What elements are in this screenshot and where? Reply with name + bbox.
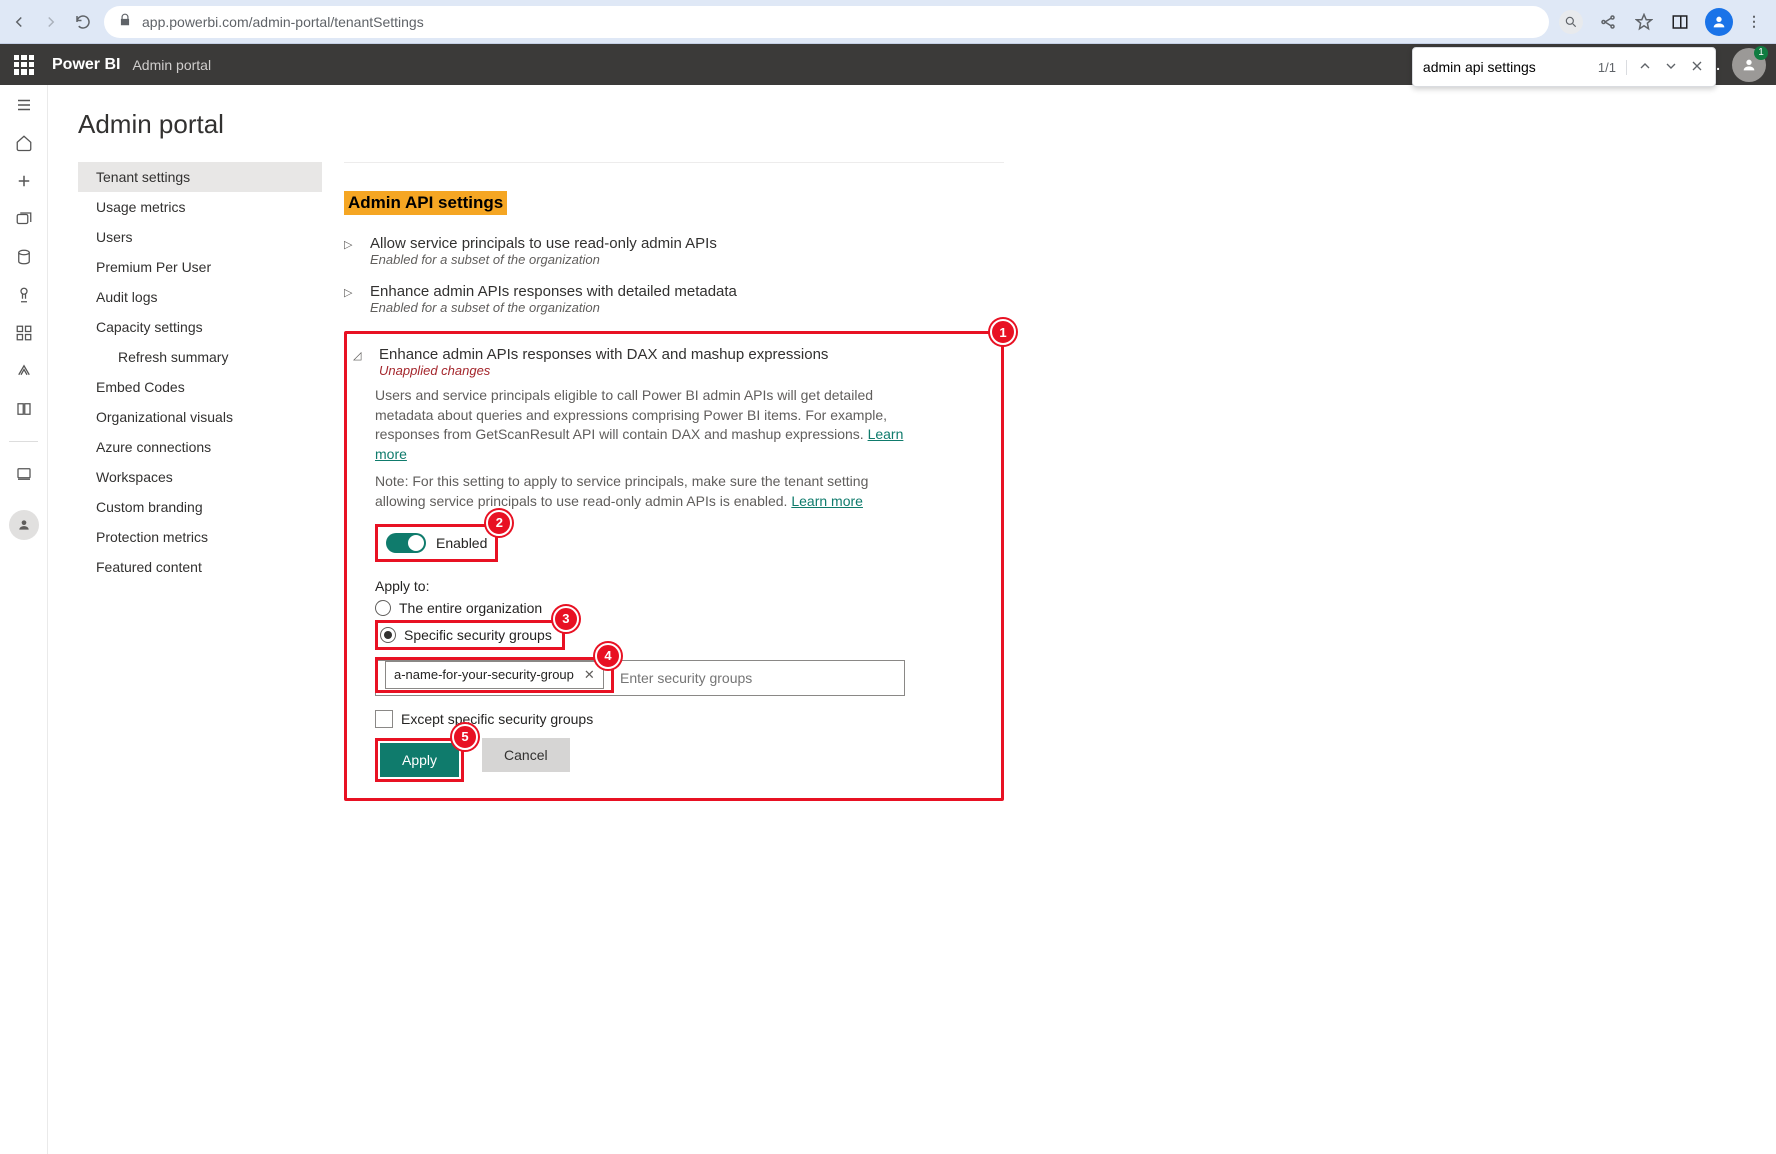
rail-apps-icon[interactable]	[14, 323, 34, 343]
app-launcher-icon[interactable]	[14, 55, 34, 75]
rail-user-icon[interactable]	[9, 510, 39, 540]
radio-label: The entire organization	[399, 600, 542, 616]
share-icon[interactable]	[1597, 11, 1619, 33]
enabled-toggle[interactable]	[386, 533, 426, 553]
forward-button[interactable]	[40, 11, 62, 33]
setting-description-1: Users and service principals eligible to…	[375, 386, 915, 464]
rail-learn-icon[interactable]	[14, 399, 34, 419]
nav-item[interactable]: Users	[78, 222, 322, 252]
notification-badge: 1	[1754, 46, 1768, 60]
nav-item[interactable]: Usage metrics	[78, 192, 322, 222]
setting-collapsed-2[interactable]: ▷ Enhance admin APIs responses with deta…	[344, 283, 1004, 315]
setting-title: Enhance admin APIs responses with DAX an…	[379, 346, 828, 363]
checkbox-label: Except specific security groups	[401, 711, 593, 727]
caret-down-icon: ◿	[353, 346, 369, 378]
rail-browse-icon[interactable]	[14, 209, 34, 229]
callout-4: 4	[595, 643, 621, 669]
tag-text: a-name-for-your-security-group	[394, 667, 574, 682]
setting-description-2: Note: For this setting to apply to servi…	[375, 472, 915, 511]
remove-tag-icon[interactable]: ✕	[584, 667, 595, 683]
setting-collapsed-1[interactable]: ▷ Allow service principals to use read-o…	[344, 235, 1004, 267]
rail-metrics-icon[interactable]	[14, 285, 34, 305]
address-bar[interactable]: app.powerbi.com/admin-portal/tenantSetti…	[104, 6, 1549, 38]
settings-nav: Tenant settingsUsage metricsUsersPremium…	[78, 162, 322, 582]
callout-5: 5	[452, 724, 478, 750]
find-in-page-popup: 1/1	[1412, 47, 1716, 87]
setting-subtitle-warn: Unapplied changes	[379, 363, 828, 378]
nav-item[interactable]: Workspaces	[78, 462, 322, 492]
panel-icon[interactable]	[1669, 11, 1691, 33]
rail-workspace-icon[interactable]	[14, 464, 34, 484]
callout-3: 3	[553, 606, 579, 632]
app-topbar: Power BI Admin portal 1/1 ... 1	[0, 44, 1776, 85]
nav-item[interactable]: Organizational visuals	[78, 402, 322, 432]
setting-subtitle: Enabled for a subset of the organization	[370, 300, 737, 315]
radio-unchecked-icon	[375, 600, 391, 616]
radio-entire-org[interactable]: The entire organization	[375, 600, 989, 616]
callout-2: 2	[486, 510, 512, 536]
section-heading: Admin API settings	[344, 191, 507, 215]
user-avatar[interactable]: 1	[1732, 48, 1766, 82]
apply-to-label: Apply to:	[375, 578, 989, 594]
learn-more-link[interactable]: Learn more	[791, 493, 863, 509]
rail-home-icon[interactable]	[14, 133, 34, 153]
security-group-tag: a-name-for-your-security-group ✕	[385, 661, 604, 689]
brand-section: Admin portal	[132, 57, 211, 73]
setting-title: Enhance admin APIs responses with detail…	[370, 283, 737, 300]
url-text: app.powerbi.com/admin-portal/tenantSetti…	[142, 14, 424, 30]
rail-hamburger-icon[interactable]	[14, 95, 34, 115]
setting-expanded: 1 ◿ Enhance admin APIs responses with DA…	[344, 331, 1004, 801]
nav-item[interactable]: Audit logs	[78, 282, 322, 312]
nav-item[interactable]: Tenant settings	[78, 162, 322, 192]
kebab-menu-icon[interactable]: ⋮	[1747, 13, 1762, 30]
radio-label: Specific security groups	[404, 627, 552, 643]
security-groups-field[interactable]	[614, 670, 904, 686]
nav-item[interactable]: Premium Per User	[78, 252, 322, 282]
bookmark-icon[interactable]	[1633, 11, 1655, 33]
nav-item[interactable]: Custom branding	[78, 492, 322, 522]
browser-chrome: app.powerbi.com/admin-portal/tenantSetti…	[0, 0, 1776, 44]
setting-subtitle: Enabled for a subset of the organization	[370, 252, 717, 267]
nav-item[interactable]: Featured content	[78, 552, 322, 582]
rail-deploy-icon[interactable]	[14, 361, 34, 381]
main-content: Admin portal Tenant settingsUsage metric…	[48, 85, 1776, 1154]
zoom-icon[interactable]	[1559, 10, 1583, 34]
nav-item[interactable]: Protection metrics	[78, 522, 322, 552]
nav-item[interactable]: Refresh summary	[78, 342, 322, 372]
nav-item[interactable]: Azure connections	[78, 432, 322, 462]
brand-name: Power BI	[52, 56, 120, 74]
apply-button[interactable]: Apply	[380, 743, 459, 777]
caret-right-icon: ▷	[344, 235, 360, 267]
caret-right-icon: ▷	[344, 283, 360, 315]
reload-button[interactable]	[72, 11, 94, 33]
setting-expanded-header[interactable]: ◿ Enhance admin APIs responses with DAX …	[353, 346, 989, 378]
find-input[interactable]	[1423, 59, 1588, 75]
cancel-button[interactable]: Cancel	[482, 738, 570, 772]
nav-item[interactable]: Embed Codes	[78, 372, 322, 402]
setting-title: Allow service principals to use read-onl…	[370, 235, 717, 252]
find-prev-button[interactable]	[1637, 58, 1653, 77]
rail-data-icon[interactable]	[14, 247, 34, 267]
page-title: Admin portal	[78, 109, 1746, 140]
callout-1: 1	[990, 319, 1016, 345]
find-next-button[interactable]	[1663, 58, 1679, 77]
profile-avatar[interactable]	[1705, 8, 1733, 36]
rail-plus-icon[interactable]	[14, 171, 34, 191]
back-button[interactable]	[8, 11, 30, 33]
toggle-label: Enabled	[436, 535, 487, 551]
find-count: 1/1	[1598, 60, 1627, 75]
checkbox-unchecked-icon	[375, 710, 393, 728]
left-rail	[0, 85, 48, 1154]
radio-checked-icon[interactable]	[380, 627, 396, 643]
divider	[344, 162, 1004, 163]
find-close-button[interactable]	[1689, 58, 1705, 77]
lock-icon	[118, 13, 132, 30]
nav-item[interactable]: Capacity settings	[78, 312, 322, 342]
